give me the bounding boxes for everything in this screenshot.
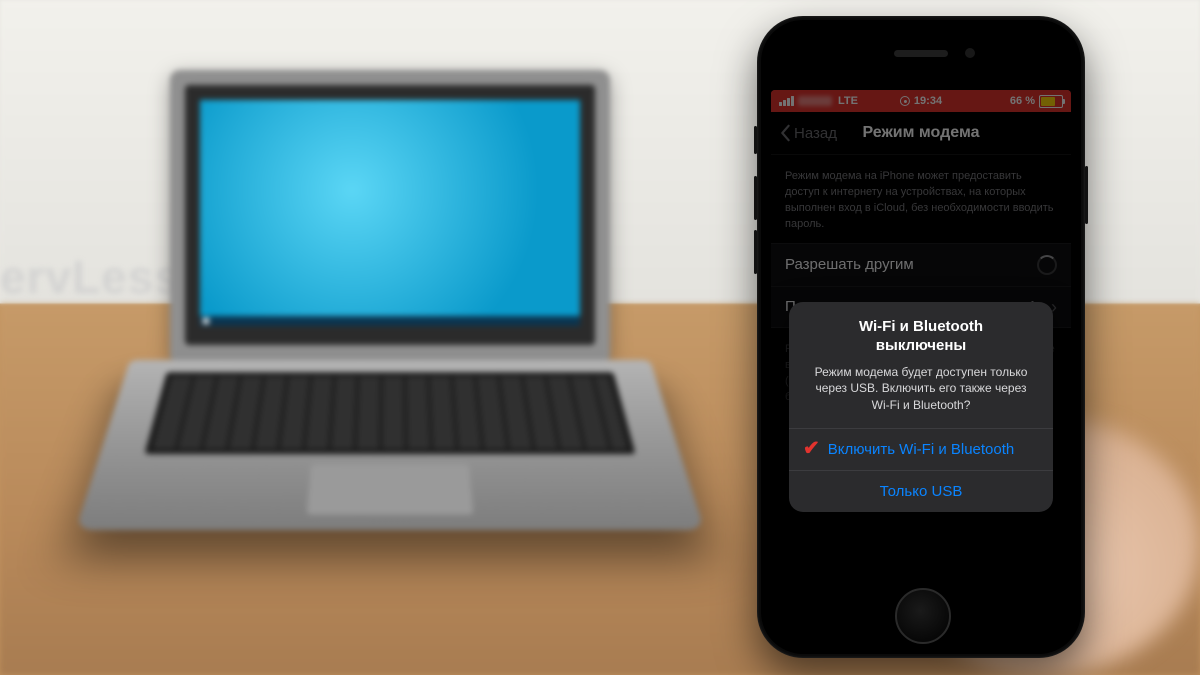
- enable-wifi-bluetooth-button[interactable]: ✔ Включить Wi-Fi и Bluetooth: [789, 428, 1053, 470]
- alert-secondary-label: Только USB: [880, 483, 963, 500]
- alert-title-line1: Wi-Fi и Bluetooth: [807, 318, 1035, 337]
- alert-dialog: Wi-Fi и Bluetooth выключены Режим модема…: [789, 302, 1053, 512]
- alert-primary-label: Включить Wi-Fi и Bluetooth: [828, 441, 1015, 458]
- home-button[interactable]: [895, 588, 951, 644]
- laptop-base: [75, 360, 704, 530]
- volume-down: [754, 230, 757, 274]
- iphone-screen: LTE 19:34 66 % Назад Режим модема Режим …: [771, 90, 1071, 588]
- check-annotation-icon: ✔: [803, 436, 820, 461]
- mute-switch: [754, 126, 757, 154]
- alert-message: Режим модема будет доступен только через…: [789, 360, 1053, 428]
- laptop: [130, 70, 650, 590]
- laptop-trackpad: [307, 464, 474, 514]
- usb-only-button[interactable]: Только USB: [789, 470, 1053, 512]
- photo-scene: ervLesson LTE 19:34: [0, 0, 1200, 675]
- power-button: [1085, 166, 1088, 224]
- alert-title-line2: выключены: [807, 337, 1035, 356]
- laptop-keyboard: [144, 372, 635, 454]
- front-camera: [965, 48, 975, 58]
- laptop-taskbar: [200, 316, 580, 326]
- laptop-screen: [200, 100, 580, 325]
- earpiece: [894, 50, 948, 57]
- volume-up: [754, 176, 757, 220]
- iphone-device: LTE 19:34 66 % Назад Режим модема Режим …: [757, 16, 1085, 658]
